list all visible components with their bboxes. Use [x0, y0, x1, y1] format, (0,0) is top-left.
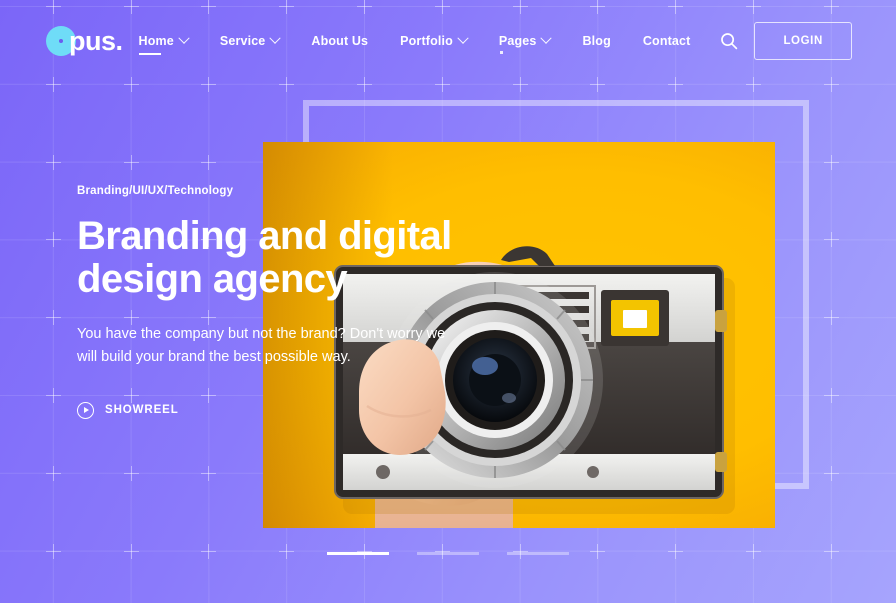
grid-crosshair	[823, 310, 839, 326]
grid-crosshair	[201, 154, 217, 170]
nav-item-portfolio[interactable]: Portfolio	[384, 26, 483, 56]
login-button[interactable]: LOGIN	[754, 22, 852, 60]
grid-crosshair	[201, 465, 217, 481]
grid-crosshair	[823, 232, 839, 248]
hero-subtext: You have the company but not the brand? …	[77, 326, 446, 365]
slider-indicator-1[interactable]	[327, 552, 389, 555]
site-header: pus. Home Service About Us Portfolio Pages Bl…	[0, 0, 896, 82]
hero-copy: Branding/UI/UX/Technology Branding and d…	[77, 185, 497, 419]
grid-crosshair	[823, 154, 839, 170]
grid-crosshair	[45, 310, 61, 326]
grid-crosshair	[45, 232, 61, 248]
nav-item-contact[interactable]: Contact	[627, 26, 707, 56]
showreel-button[interactable]: SHOWREEL	[77, 401, 179, 419]
nav-item-service[interactable]: Service	[204, 26, 296, 56]
hero-stage: Branding/UI/UX/Technology Branding and d…	[0, 0, 896, 603]
nav-item-label: Blog	[582, 34, 611, 48]
grid-crosshair	[123, 154, 139, 170]
nav-item-pages[interactable]: Pages	[483, 26, 567, 56]
chevron-down-icon	[457, 32, 469, 44]
nav-item-blog[interactable]: Blog	[566, 26, 626, 56]
logo-text: pus.	[69, 25, 123, 56]
grid-crosshair	[123, 465, 139, 481]
chevron-down-icon	[269, 32, 282, 44]
grid-crosshair	[823, 388, 839, 403]
main-navigation: Home Service About Us Portfolio Pages Blog Con…	[123, 22, 852, 60]
grid-crosshair	[45, 465, 61, 481]
play-circle-icon	[77, 401, 94, 419]
nav-item-label: Pages	[498, 34, 537, 48]
logo[interactable]: pus.	[46, 26, 123, 57]
chevron-down-icon	[178, 32, 190, 44]
grid-crosshair	[823, 465, 839, 481]
slider-indicators	[0, 552, 896, 555]
grid-crosshair	[45, 388, 61, 403]
nav-item-label: Portfolio	[400, 34, 453, 48]
search-icon[interactable]	[718, 30, 740, 52]
nav-item-label: Contact	[642, 34, 691, 48]
chevron-down-icon	[540, 32, 553, 44]
nav-item-about-us[interactable]: About Us	[295, 26, 384, 56]
nav-item-label: About Us	[311, 34, 369, 48]
grid-crosshair	[45, 154, 61, 170]
slider-indicator-3[interactable]	[507, 552, 569, 555]
nav-item-label: Home	[138, 34, 174, 48]
showreel-label: SHOWREEL	[105, 404, 179, 417]
page-title: Branding and digital design agency	[77, 214, 452, 302]
hero-eyebrow: Branding/UI/UX/Technology	[77, 185, 234, 197]
nav-item-label: Service	[219, 34, 266, 48]
slider-indicator-2[interactable]	[417, 552, 479, 555]
nav-item-home[interactable]: Home	[123, 26, 204, 56]
